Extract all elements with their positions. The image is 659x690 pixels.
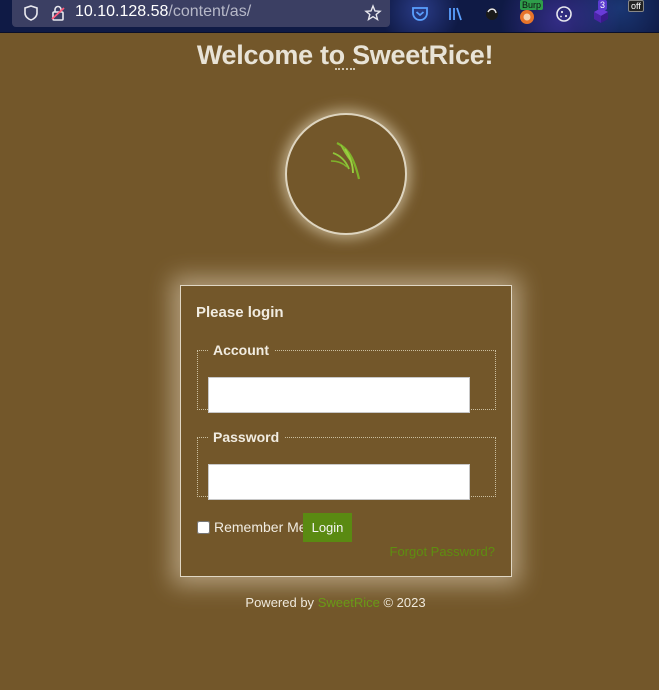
footer-prefix: Powered by <box>245 595 315 610</box>
account-legend: Account <box>213 342 269 358</box>
remember-me-label: Remember Me <box>214 519 307 535</box>
login-heading: Please login <box>196 304 284 321</box>
browser-toolbar: 10.10.128.58/content/as/ Burp 3 off <box>0 0 659 33</box>
account-fieldset: Account <box>197 342 496 413</box>
remember-me-checkbox[interactable] <box>197 520 210 534</box>
rice-sprout-icon <box>330 142 361 180</box>
password-fieldset: Password <box>197 429 496 500</box>
sweetrice-logo <box>285 113 407 235</box>
footer-copyright: © 2023 <box>383 595 426 610</box>
account-input[interactable] <box>208 377 470 413</box>
bookmark-star-icon[interactable] <box>364 4 382 22</box>
page-title: Welcome to SweetRice! <box>196 40 494 70</box>
off-badge: off <box>628 0 644 12</box>
library-icon[interactable] <box>446 4 466 24</box>
lock-icon[interactable] <box>49 4 67 22</box>
extension-badge-icon[interactable]: 3 <box>590 0 612 26</box>
extension-icon[interactable] <box>482 4 502 24</box>
password-legend: Password <box>213 429 280 445</box>
count-badge: 3 <box>598 0 608 10</box>
shield-icon[interactable] <box>22 4 40 22</box>
address-bar[interactable]: 10.10.128.58/content/as/ <box>12 0 390 27</box>
burp-icon[interactable]: Burp <box>516 0 544 26</box>
url-host: 10.10.128.58 <box>75 3 169 20</box>
toggle-off-icon[interactable]: off <box>628 0 652 26</box>
pocket-icon[interactable] <box>410 4 430 24</box>
login-button[interactable]: Login <box>303 513 352 542</box>
forgot-password-link[interactable]: Forgot Password? <box>390 544 496 559</box>
burp-badge: Burp <box>520 0 544 10</box>
title-divider <box>335 68 355 72</box>
url-text: 10.10.128.58/content/as/ <box>75 3 251 21</box>
footer: Powered by SweetRice © 2023 <box>0 595 659 610</box>
url-path: /content/as/ <box>168 3 252 20</box>
password-input[interactable] <box>208 464 470 500</box>
cookie-icon[interactable] <box>554 4 574 24</box>
footer-brand-link[interactable]: SweetRice <box>318 595 380 610</box>
remember-me[interactable]: Remember Me <box>197 519 307 535</box>
login-form: Please login Account Password Remember M… <box>180 285 512 577</box>
